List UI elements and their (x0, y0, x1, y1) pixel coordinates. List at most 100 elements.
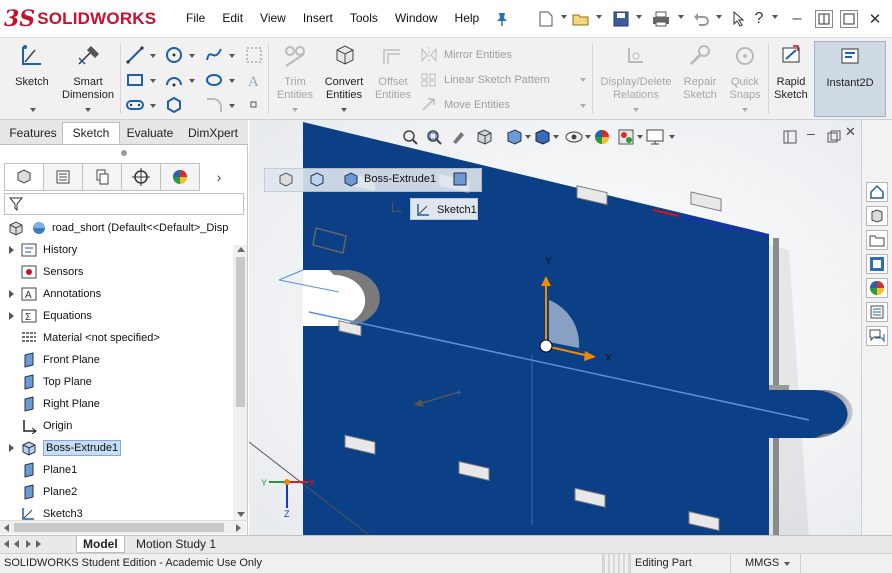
menu-tools[interactable]: Tools (350, 11, 378, 25)
chevron-down-icon[interactable] (85, 108, 91, 112)
point-icon[interactable] (245, 96, 263, 114)
scroll-right-icon[interactable] (236, 524, 241, 532)
view-palette-icon[interactable] (866, 254, 888, 274)
tree-horizontal-scrollbar[interactable] (0, 520, 246, 534)
section-view-icon[interactable] (475, 128, 493, 146)
tab-featuremanager[interactable] (4, 163, 44, 191)
tab-scroll-left-icon[interactable] (4, 540, 9, 548)
tree-item[interactable]: Material <not specified> (0, 328, 160, 348)
chevron-down-icon[interactable] (229, 104, 235, 108)
smart-dimension-button[interactable]: Smart Dimension (58, 42, 118, 112)
chevron-down-icon[interactable] (150, 54, 156, 58)
design-library-icon[interactable] (866, 206, 888, 226)
display-style-icon[interactable] (533, 128, 551, 146)
chevron-down-icon[interactable] (229, 79, 235, 83)
boss-extrude-breadcrumb-icon[interactable] (342, 171, 360, 189)
convert-entities-button[interactable]: Convert Entities (320, 42, 368, 112)
chevron-down-icon[interactable] (150, 79, 156, 83)
chevron-down-icon[interactable] (553, 135, 559, 139)
file-explorer-icon[interactable] (866, 230, 888, 250)
maximize-icon[interactable] (840, 10, 858, 28)
tab-scroll-left-icon[interactable] (14, 540, 19, 548)
tab-scroll-right-icon[interactable] (26, 540, 31, 548)
spline-icon[interactable] (205, 46, 223, 64)
tree-item[interactable]: Top Plane (0, 372, 92, 392)
horizontal-scroll-thumb[interactable] (14, 523, 224, 532)
tab-configurationmanager[interactable] (82, 163, 122, 191)
chevron-down-icon[interactable] (561, 15, 567, 19)
tree-root[interactable]: road_short (Default<<Default>_Disp (0, 218, 228, 238)
scroll-down-icon[interactable] (237, 512, 245, 517)
expand-panel-icon[interactable] (783, 130, 797, 144)
offset-entities-button[interactable]: Offset Entities (370, 42, 416, 102)
tree-item[interactable]: Boss-Extrude1 (0, 438, 122, 458)
solidworks-logo[interactable]: 3S SOLIDWORKS (4, 4, 160, 34)
tab-propertymanager[interactable] (43, 163, 83, 191)
breadcrumb-sketch[interactable]: Sketch1 (410, 198, 478, 220)
move-entities-button[interactable]: Move Entities (420, 97, 510, 113)
tree-item[interactable]: A Annotations (0, 284, 101, 304)
forum-icon[interactable] (866, 326, 888, 346)
edit-appearance-icon[interactable] (593, 128, 611, 146)
view-orientation-icon[interactable] (505, 128, 523, 146)
menu-help[interactable]: Help (455, 11, 480, 25)
viewport-close-icon[interactable]: ✕ (845, 124, 856, 140)
chevron-down-icon[interactable] (633, 108, 639, 112)
appearances-icon[interactable] (866, 278, 888, 298)
tree-item[interactable]: Origin (0, 416, 72, 436)
new-document-icon[interactable] (535, 9, 557, 29)
tab-displaymanager[interactable] (160, 163, 200, 191)
expand-arrow-icon[interactable] (8, 312, 16, 320)
chevron-down-icon[interactable] (585, 135, 591, 139)
construction-geometry-icon[interactable] (245, 46, 263, 64)
mirror-entities-button[interactable]: Mirror Entities (420, 47, 512, 63)
undo-icon[interactable] (690, 9, 712, 29)
chevron-down-icon[interactable] (596, 15, 602, 19)
quick-snaps-button[interactable]: Quick Snaps (724, 42, 766, 112)
open-folder-icon[interactable] (570, 9, 592, 29)
chevron-down-icon[interactable] (580, 78, 586, 82)
menu-window[interactable]: Window (395, 11, 438, 25)
text-icon[interactable]: A (245, 71, 263, 89)
chevron-down-icon[interactable] (772, 15, 778, 19)
tree-item[interactable]: Sensors (0, 262, 83, 282)
polygon-icon[interactable] (165, 96, 183, 114)
expand-arrow-icon[interactable] (8, 290, 16, 298)
chevron-down-icon[interactable] (678, 15, 684, 19)
expand-arrow-icon[interactable] (8, 246, 16, 254)
trim-entities-button[interactable]: Trim Entities (272, 42, 318, 112)
line-icon[interactable] (126, 46, 144, 64)
boss-extrude-icon[interactable] (308, 171, 326, 189)
tree-item[interactable]: Plane1 (0, 460, 77, 480)
zoom-to-fit-icon[interactable] (401, 128, 419, 146)
tab-features[interactable]: Features (4, 122, 62, 144)
tree-item[interactable]: Right Plane (0, 394, 100, 414)
splitter-handle[interactable] (121, 150, 127, 156)
tree-item[interactable]: History (0, 240, 77, 260)
chevron-down-icon[interactable] (580, 104, 586, 108)
minimize-icon[interactable]: – (786, 9, 808, 29)
circle-icon[interactable] (165, 46, 183, 64)
filter-box[interactable] (4, 193, 244, 215)
view-settings-icon[interactable] (645, 128, 665, 146)
rapid-sketch-button[interactable]: Rapid Sketch (770, 42, 812, 102)
tab-model[interactable]: Model (76, 536, 125, 553)
instant2d-button[interactable]: Instant2D (814, 41, 886, 117)
chevron-down-icon[interactable] (669, 135, 675, 139)
apply-scene-icon[interactable] (617, 128, 635, 146)
expand-arrow-icon[interactable] (8, 444, 16, 452)
close-icon[interactable]: ✕ (864, 9, 886, 29)
fillet-icon[interactable] (205, 96, 223, 114)
hide-show-icon[interactable] (565, 128, 583, 146)
save-icon[interactable] (610, 9, 632, 29)
chevron-down-icon[interactable] (341, 108, 347, 112)
chevron-down-icon[interactable] (292, 108, 298, 112)
zoom-area-icon[interactable] (425, 128, 443, 146)
linear-sketch-pattern-button[interactable]: Linear Sketch Pattern (420, 72, 550, 88)
home-icon[interactable] (866, 182, 888, 202)
custom-properties-icon[interactable] (866, 302, 888, 322)
tab-motion-study-1[interactable]: Motion Study 1 (130, 536, 222, 553)
menu-insert[interactable]: Insert (303, 11, 333, 25)
menu-edit[interactable]: Edit (222, 11, 243, 25)
chevron-down-icon[interactable] (636, 15, 642, 19)
